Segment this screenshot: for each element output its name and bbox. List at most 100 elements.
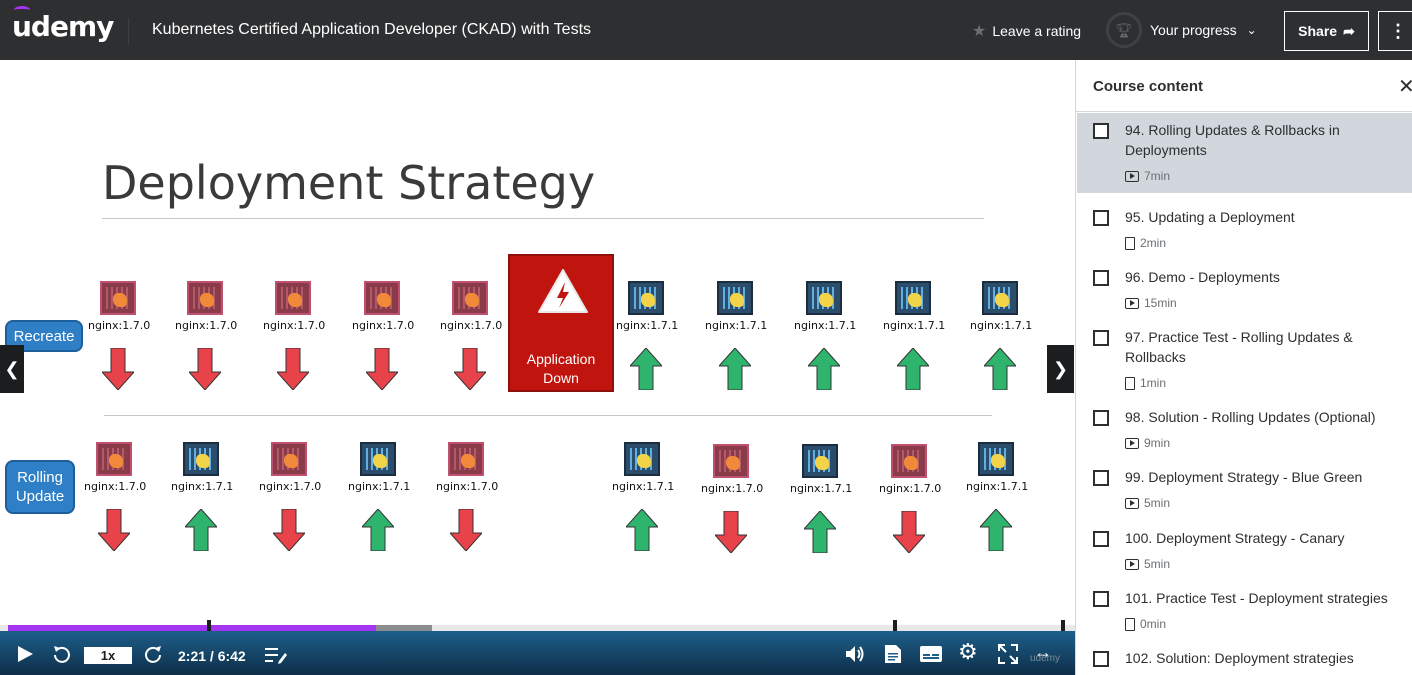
lecture-checkbox[interactable] xyxy=(1093,591,1109,607)
pod-image-label: nginx:1.7.1 xyxy=(348,480,411,493)
application-down-line-2: Down xyxy=(543,370,579,386)
lecture-checkbox[interactable] xyxy=(1093,270,1109,286)
top-bar: udemy Kubernetes Certified Application D… xyxy=(0,0,1412,60)
arrow-up-icon xyxy=(717,347,753,391)
arrow-up-icon xyxy=(802,510,838,554)
your-progress-label: Your progress xyxy=(1150,22,1237,38)
arrow-down-icon xyxy=(100,347,136,391)
pod-old: nginx:1.7.0 xyxy=(88,281,151,332)
settings-gear-icon[interactable]: ⚙ xyxy=(958,641,978,663)
lecture-meta: 5min xyxy=(1125,557,1170,571)
fullscreen-icon[interactable] xyxy=(998,644,1018,664)
forward-5-icon[interactable] xyxy=(143,644,163,664)
lecture-checkbox[interactable] xyxy=(1093,210,1109,226)
video-icon xyxy=(1125,497,1139,509)
arrow-down-icon xyxy=(891,510,927,554)
lecture-item[interactable]: 100. Deployment Strategy - Canary 5min xyxy=(1077,521,1412,581)
arrow-down-icon xyxy=(448,508,484,552)
pod-image-label: nginx:1.7.0 xyxy=(88,319,151,332)
nginx-container-icon xyxy=(271,442,307,476)
leave-rating-label: Leave a rating xyxy=(992,23,1082,39)
pod-image-label: nginx:1.7.1 xyxy=(612,480,675,493)
arrow-down-icon xyxy=(713,510,749,554)
lecture-meta: 0min xyxy=(1125,617,1166,631)
lecture-title: 97. Practice Test - Rolling Updates & Ro… xyxy=(1125,329,1353,365)
transcript-icon[interactable] xyxy=(884,644,902,664)
lecture-item[interactable]: 99. Deployment Strategy - Blue Green 5min xyxy=(1077,460,1412,520)
play-icon[interactable] xyxy=(16,645,34,663)
pod-image-label: nginx:1.7.1 xyxy=(970,319,1033,332)
lecture-checkbox[interactable] xyxy=(1093,531,1109,547)
add-note-icon[interactable] xyxy=(265,646,287,664)
lecture-checkbox[interactable] xyxy=(1093,410,1109,426)
pod-old: nginx:1.7.0 xyxy=(84,442,146,493)
player-controls: 1x 2:21 / 6:42 ⚙ ↔ udemy xyxy=(0,631,1075,675)
arrow-up-icon xyxy=(360,508,396,552)
lecture-title: 95. Updating a Deployment xyxy=(1125,209,1295,225)
lecture-checkbox[interactable] xyxy=(1093,330,1109,346)
pod-old: nginx:1.7.0 xyxy=(263,281,325,332)
more-options-button[interactable]: ⋮ xyxy=(1378,11,1412,51)
lecture-meta: 7min xyxy=(1125,169,1170,183)
pod-old: nginx:1.7.0 xyxy=(259,442,322,493)
nginx-container-icon xyxy=(802,444,838,478)
warning-icon xyxy=(538,269,588,313)
nginx-container-icon xyxy=(628,281,664,315)
playback-speed-button[interactable]: 1x xyxy=(84,647,132,664)
leave-rating-button[interactable]: ★ Leave a rating xyxy=(972,21,1081,41)
volume-icon[interactable] xyxy=(845,645,865,663)
document-icon xyxy=(1125,236,1135,250)
chevron-down-icon: ⌄ xyxy=(1246,23,1257,37)
captions-icon[interactable] xyxy=(920,646,942,662)
lecture-item[interactable]: 94. Rolling Updates & Rollbacks in Deplo… xyxy=(1077,113,1412,193)
arrow-down-icon xyxy=(96,508,132,552)
lecture-checkbox[interactable] xyxy=(1093,123,1109,139)
arrow-down-icon xyxy=(271,508,307,552)
pod-image-label: nginx:1.7.1 xyxy=(616,319,679,332)
nginx-container-icon xyxy=(891,444,927,478)
previous-lecture-button[interactable]: ❮ xyxy=(0,345,24,393)
star-icon: ★ xyxy=(972,23,987,40)
udemy-logo[interactable]: udemy xyxy=(12,10,114,43)
lecture-item[interactable]: 96. Demo - Deployments 15min xyxy=(1077,260,1412,320)
pod-new: nginx:1.7.1 xyxy=(790,444,852,495)
pod-new: nginx:1.7.1 xyxy=(171,442,233,493)
lecture-title: 100. Deployment Strategy - Canary xyxy=(1125,530,1345,546)
pod-image-label: nginx:1.7.0 xyxy=(259,480,322,493)
chevron-right-icon: ❯ xyxy=(1052,358,1069,379)
pod-image-label: nginx:1.7.1 xyxy=(705,319,768,332)
lecture-duration: 0min xyxy=(1140,617,1167,631)
rewind-5-icon[interactable] xyxy=(52,644,72,664)
pod-image-label: nginx:1.7.0 xyxy=(436,480,499,493)
lecture-checkbox[interactable] xyxy=(1093,651,1109,667)
lecture-duration: 5min xyxy=(1144,496,1171,510)
pod-image-label: nginx:1.7.1 xyxy=(883,319,946,332)
nginx-container-icon xyxy=(982,281,1018,315)
share-button[interactable]: Share ➦ xyxy=(1284,11,1369,51)
pod-new: nginx:1.7.1 xyxy=(612,442,675,493)
course-title[interactable]: Kubernetes Certified Application Develop… xyxy=(152,21,591,39)
lecture-item[interactable]: 98. Solution - Rolling Updates (Optional… xyxy=(1077,400,1412,460)
nginx-container-icon xyxy=(978,442,1014,476)
lecture-item[interactable]: 101. Practice Test - Deployment strategi… xyxy=(1077,581,1412,641)
nginx-container-icon xyxy=(448,442,484,476)
nginx-container-icon xyxy=(183,442,219,476)
lecture-checkbox[interactable] xyxy=(1093,470,1109,486)
pod-image-label: nginx:1.7.1 xyxy=(966,480,1029,493)
lecture-item[interactable]: 102. Solution: Deployment strategies xyxy=(1077,641,1412,675)
pod-image-label: nginx:1.7.0 xyxy=(440,319,503,332)
video-player[interactable]: Deployment Strategy Recreate Rolling Upd… xyxy=(0,60,1075,675)
lecture-item[interactable]: 97. Practice Test - Rolling Updates & Ro… xyxy=(1077,320,1412,400)
pod-new: nginx:1.7.1 xyxy=(970,281,1033,332)
video-watermark: udemy xyxy=(1030,653,1061,664)
lecture-item[interactable]: 95. Updating a Deployment 2min xyxy=(1077,200,1412,260)
lecture-duration: 7min xyxy=(1144,169,1171,183)
lecture-meta: 2min xyxy=(1125,236,1166,250)
next-lecture-button[interactable]: ❯ xyxy=(1047,345,1074,393)
title-underline xyxy=(102,218,984,219)
sidebar-header: Course content ✕ xyxy=(1076,60,1412,112)
application-down-box: Application Down xyxy=(508,254,614,392)
lecture-duration: 15min xyxy=(1144,296,1177,310)
close-icon[interactable]: ✕ xyxy=(1398,74,1412,99)
your-progress-button[interactable]: 🏆︎ Your progress ⌄ xyxy=(1106,12,1257,48)
